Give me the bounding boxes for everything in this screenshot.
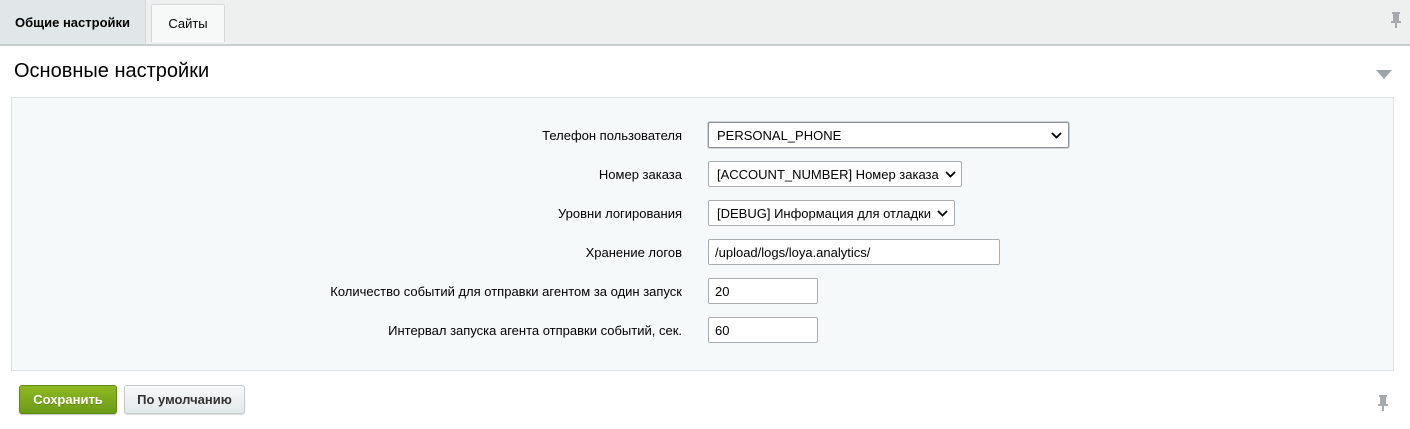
chevron-down-icon	[937, 209, 948, 217]
input-value: 60	[715, 322, 730, 338]
order-number-select[interactable]: [ACCOUNT_NUMBER] Номер заказа	[708, 161, 962, 187]
agent-interval-label: Интервал запуска агента отправки событий…	[388, 323, 682, 338]
chevron-down-icon	[945, 170, 956, 178]
tab-label: Сайты	[168, 16, 208, 31]
order-number-label: Номер заказа	[598, 167, 682, 182]
tab-sites[interactable]: Сайты	[151, 4, 225, 42]
phone-select[interactable]: PERSONAL_PHONE	[708, 122, 1069, 148]
collapse-arrow-icon[interactable]	[1376, 68, 1392, 79]
events-count-input[interactable]: 20	[708, 278, 818, 304]
phone-label: Телефон пользователя	[542, 128, 682, 143]
log-level-label: Уровни логирования	[558, 206, 682, 221]
section-title: Основные настройки	[14, 60, 210, 82]
log-storage-input[interactable]: /upload/logs/loya.analytics/	[708, 239, 1000, 265]
select-value: [ACCOUNT_NUMBER] Номер заказа	[717, 166, 939, 182]
input-value: /upload/logs/loya.analytics/	[715, 244, 871, 260]
select-value: [DEBUG] Информация для отладки	[717, 205, 932, 221]
tab-bar: Общие настройки Сайты	[0, 0, 1410, 46]
pin-icon[interactable]	[1389, 11, 1403, 29]
pin-icon[interactable]	[1376, 394, 1390, 412]
default-button[interactable]: По умолчанию	[124, 385, 245, 414]
events-count-label: Количество событий для отправки агентом …	[330, 284, 682, 299]
agent-interval-input[interactable]: 60	[708, 317, 818, 343]
save-button[interactable]: Сохранить	[19, 385, 117, 414]
tab-general-settings[interactable]: Общие настройки	[0, 0, 146, 44]
log-level-select[interactable]: [DEBUG] Информация для отладки	[708, 200, 955, 226]
select-value: PERSONAL_PHONE	[717, 127, 842, 143]
chevron-down-icon	[1051, 131, 1062, 139]
settings-panel: Телефон пользователя PERSONAL_PHONE Номе…	[11, 97, 1394, 371]
input-value: 20	[715, 283, 730, 299]
tab-label: Общие настройки	[15, 14, 130, 30]
log-storage-label: Хранение логов	[585, 245, 682, 260]
